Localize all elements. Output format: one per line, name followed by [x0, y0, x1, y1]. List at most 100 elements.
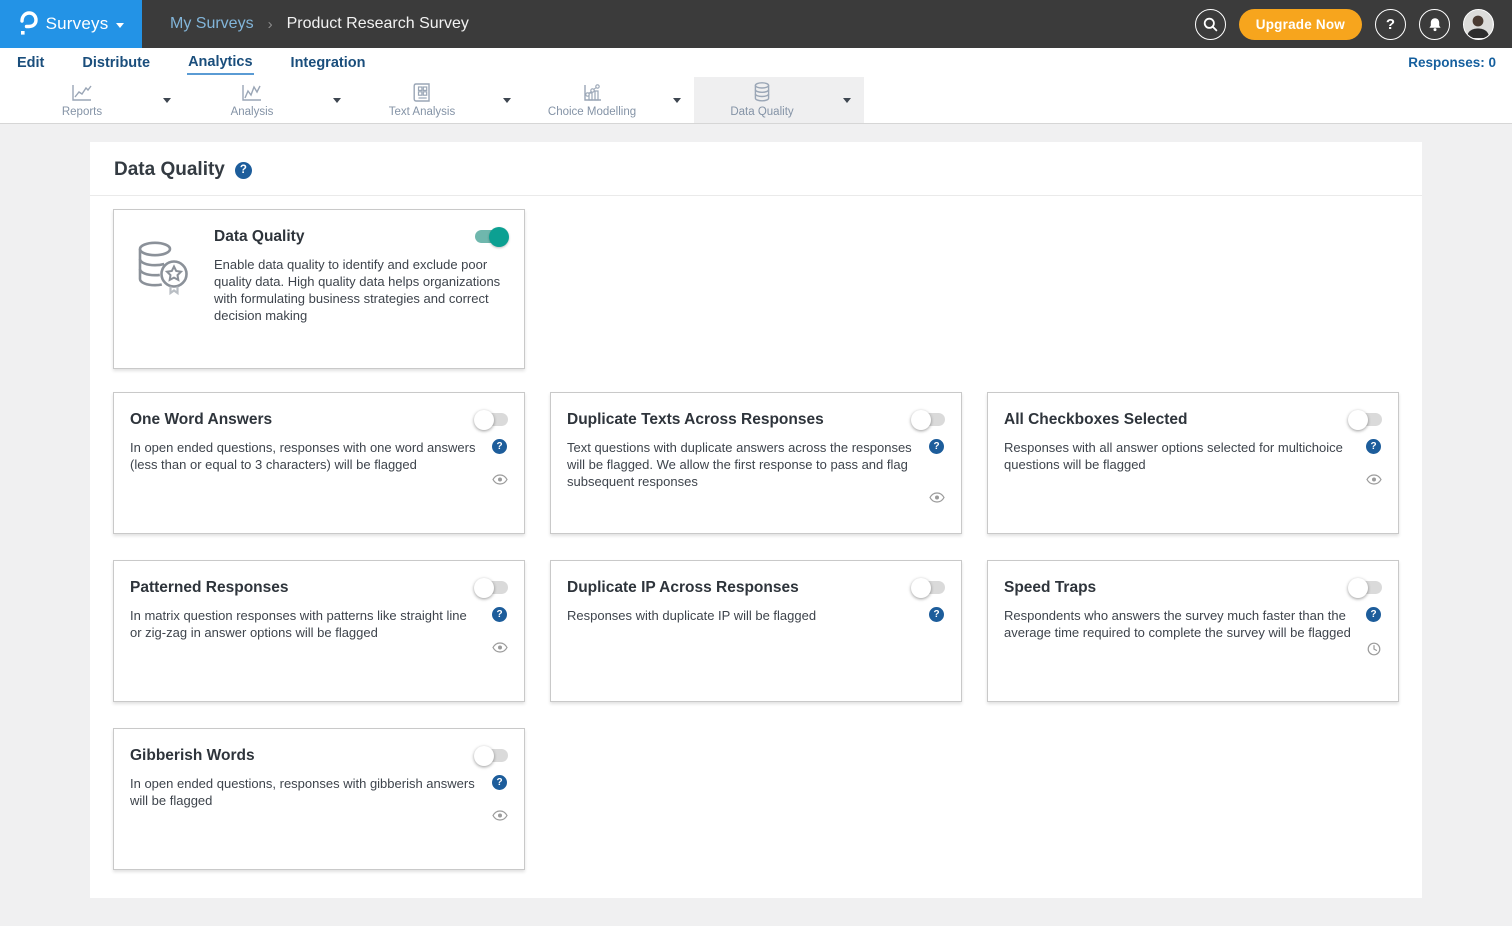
help-button[interactable]: ?	[1375, 9, 1406, 40]
database-medal-icon	[130, 236, 192, 298]
analytics-toolbar: Reports Analysis	[0, 77, 1512, 124]
help-icon[interactable]: ?	[929, 607, 944, 622]
chevron-down-icon	[333, 98, 341, 103]
card-title: All Checkboxes Selected	[1004, 409, 1188, 429]
avatar-photo	[1464, 10, 1492, 38]
card-description: In matrix question responses with patter…	[130, 607, 481, 653]
card-one-word-answers: One Word Answers In open ended questions…	[113, 392, 525, 534]
data-quality-dropdown-button[interactable]	[830, 77, 864, 123]
eye-icon[interactable]	[492, 474, 508, 485]
database-icon	[751, 81, 773, 103]
reports-dropdown-button[interactable]	[150, 77, 184, 123]
card-duplicate-ip: Duplicate IP Across Responses Responses …	[550, 560, 962, 702]
product-menu-label: Surveys	[46, 14, 109, 34]
help-icon[interactable]: ?	[1366, 439, 1381, 454]
card-description: Responses with duplicate IP will be flag…	[567, 607, 918, 624]
toolbar-item-data-quality[interactable]: Data Quality	[694, 77, 864, 123]
toolbar-item-text-analysis[interactable]: Text Analysis	[354, 77, 524, 123]
toggle-knob	[1348, 578, 1368, 598]
toolbar-label-reports: Reports	[62, 106, 102, 118]
tab-integration[interactable]: Integration	[290, 52, 367, 74]
toggle-knob	[911, 578, 931, 598]
chevron-down-icon	[843, 98, 851, 103]
analysis-dropdown-button[interactable]	[320, 77, 354, 123]
card-patterned-responses: Patterned Responses In matrix question r…	[113, 560, 525, 702]
card-description: Text questions with duplicate answers ac…	[567, 439, 918, 503]
choice-modelling-dropdown-button[interactable]	[660, 77, 694, 123]
eye-icon[interactable]	[929, 492, 945, 503]
card-title: Gibberish Words	[130, 745, 255, 765]
card-all-checkboxes: All Checkboxes Selected Responses with a…	[987, 392, 1399, 534]
chevron-down-icon	[673, 98, 681, 103]
document-grid-icon	[412, 82, 432, 103]
top-header: Surveys My Surveys › Product Research Su…	[0, 0, 1512, 48]
data-quality-feature-card: Data Quality Enable data quality to iden…	[113, 209, 525, 369]
card-title: Patterned Responses	[130, 577, 289, 597]
line-chart-icon	[240, 83, 264, 103]
toolbar-item-analysis[interactable]: Analysis	[184, 77, 354, 123]
page-title: Data Quality	[114, 159, 225, 181]
eye-icon[interactable]	[492, 810, 508, 821]
feature-card-description: Enable data quality to identify and excl…	[214, 256, 502, 324]
chevron-down-icon	[116, 23, 124, 28]
tab-edit[interactable]: Edit	[16, 52, 45, 74]
search-button[interactable]	[1195, 9, 1226, 40]
breadcrumb-separator-icon: ›	[268, 16, 273, 33]
chevron-down-icon	[163, 98, 171, 103]
card-description: Respondents who answers the survey much …	[1004, 607, 1355, 656]
help-icon[interactable]: ?	[929, 439, 944, 454]
page-help-icon[interactable]: ?	[235, 162, 252, 179]
toolbar-label-choice-modelling: Choice Modelling	[548, 106, 636, 118]
card-title: One Word Answers	[130, 409, 272, 429]
notifications-button[interactable]	[1419, 9, 1450, 40]
data-quality-toggle[interactable]	[475, 230, 508, 243]
all-checkboxes-toggle[interactable]	[1349, 413, 1382, 426]
breadcrumb: My Surveys › Product Research Survey	[170, 15, 469, 33]
help-icon[interactable]: ?	[492, 607, 507, 622]
help-icon[interactable]: ?	[492, 439, 507, 454]
eye-icon[interactable]	[1366, 474, 1382, 485]
user-avatar[interactable]	[1463, 9, 1494, 40]
toolbar-item-reports[interactable]: Reports	[14, 77, 184, 123]
speed-traps-toggle[interactable]	[1349, 581, 1382, 594]
card-gibberish-words: Gibberish Words In open ended questions,…	[113, 728, 525, 870]
tab-distribute[interactable]: Distribute	[81, 52, 151, 74]
toolbar-label-data-quality: Data Quality	[730, 106, 793, 118]
line-chart-icon	[70, 83, 94, 103]
text-analysis-dropdown-button[interactable]	[490, 77, 524, 123]
gibberish-words-toggle[interactable]	[475, 749, 508, 762]
duplicate-ip-toggle[interactable]	[912, 581, 945, 594]
help-icon[interactable]: ?	[492, 775, 507, 790]
help-icon[interactable]: ?	[1366, 607, 1381, 622]
bell-icon	[1428, 17, 1442, 32]
search-icon	[1203, 17, 1218, 32]
feature-card-title: Data Quality	[214, 226, 304, 246]
product-switcher[interactable]: Surveys	[0, 0, 142, 48]
breadcrumb-current-survey: Product Research Survey	[287, 15, 469, 33]
toolbar-label-text-analysis: Text Analysis	[389, 106, 455, 118]
duplicate-texts-toggle[interactable]	[912, 413, 945, 426]
data-quality-panel: Data Quality ? Data Quality	[90, 142, 1422, 898]
card-title: Speed Traps	[1004, 577, 1096, 597]
responses-count: Responses: 0	[1408, 55, 1496, 70]
eye-icon[interactable]	[492, 642, 508, 653]
chevron-down-icon	[503, 98, 511, 103]
one-word-answers-toggle[interactable]	[475, 413, 508, 426]
card-description: In open ended questions, responses with …	[130, 775, 481, 821]
clock-icon[interactable]	[1367, 642, 1381, 656]
card-speed-traps: Speed Traps Respondents who answers the …	[987, 560, 1399, 702]
help-icon: ?	[1386, 16, 1395, 33]
toggle-knob	[911, 410, 931, 430]
toolbar-label-analysis: Analysis	[231, 106, 274, 118]
patterned-responses-toggle[interactable]	[475, 581, 508, 594]
tab-analytics[interactable]: Analytics	[187, 51, 253, 75]
survey-section-tabs: Edit Distribute Analytics Integration Re…	[0, 48, 1512, 77]
toggle-knob	[474, 578, 494, 598]
toolbar-item-choice-modelling[interactable]: Choice Modelling	[524, 77, 694, 123]
card-title: Duplicate Texts Across Responses	[567, 409, 824, 429]
breadcrumb-my-surveys[interactable]: My Surveys	[170, 15, 254, 33]
toggle-knob	[474, 746, 494, 766]
toggle-knob	[1348, 410, 1368, 430]
dot-chart-icon	[580, 83, 604, 103]
upgrade-now-button[interactable]: Upgrade Now	[1239, 9, 1362, 40]
